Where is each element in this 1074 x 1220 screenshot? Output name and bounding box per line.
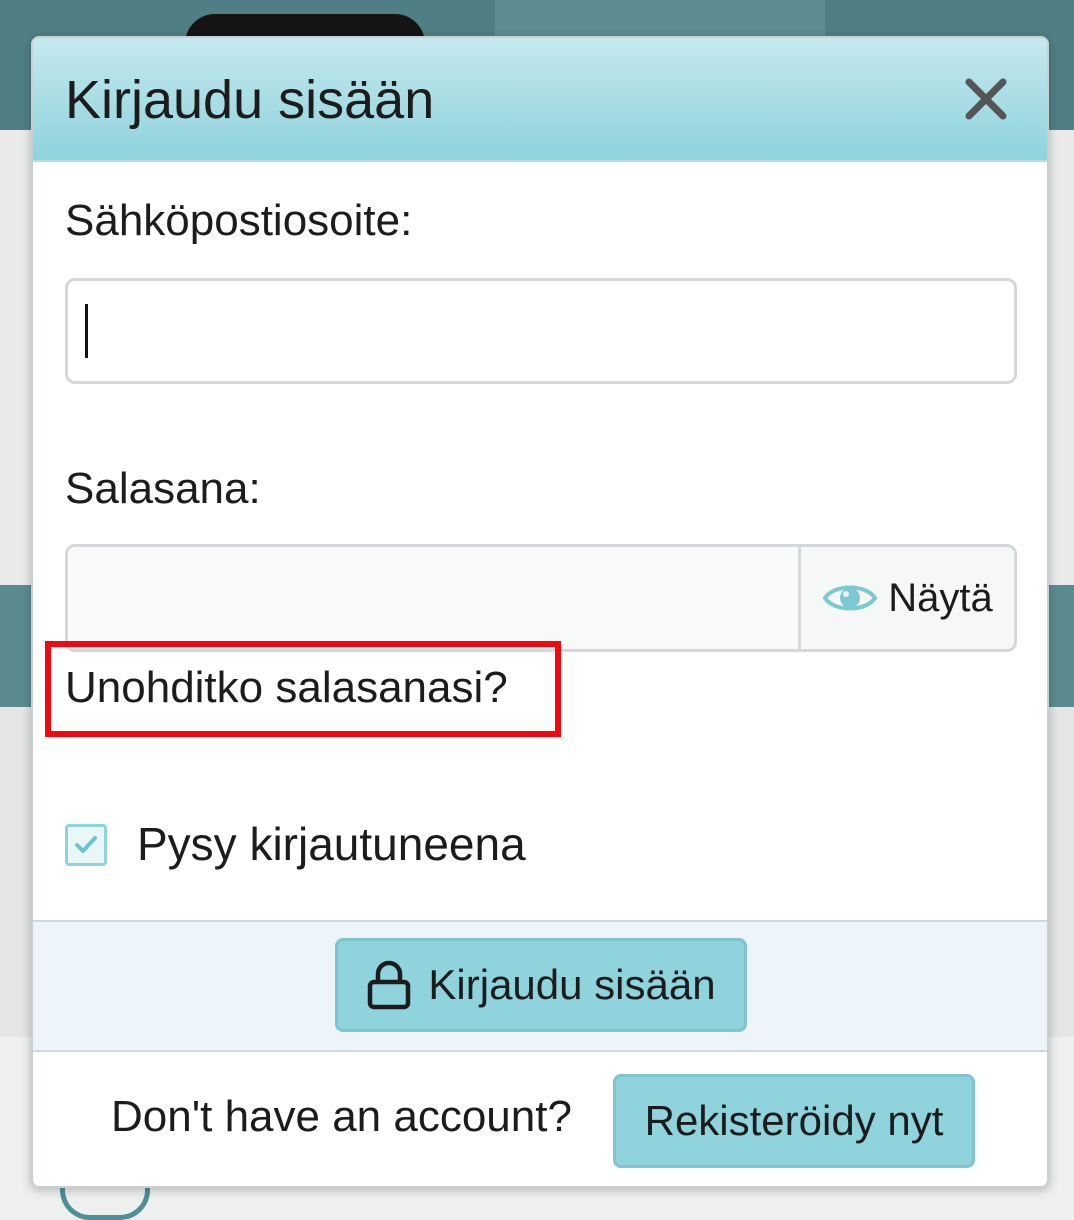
login-button[interactable]: Kirjaudu sisään [335,938,747,1032]
submit-area: Kirjaudu sisään [33,920,1047,1052]
modal-header: Kirjaudu sisään [33,38,1047,162]
password-label: Salasana: [65,464,261,513]
login-button-label: Kirjaudu sisään [428,961,716,1008]
remember-me-label: Pysy kirjautuneena [137,818,526,870]
password-field[interactable] [68,547,802,649]
no-account-text: Don't have an account? [111,1092,572,1141]
show-password-label: Näytä [888,575,993,620]
register-button-label: Rekisteröidy nyt [644,1097,944,1144]
text-caret [85,304,88,358]
login-modal: Kirjaudu sisään Sähköpostiosoite: Salasa… [31,36,1049,1188]
check-icon [75,836,97,853]
modal-title: Kirjaudu sisään [65,70,435,130]
email-label: Sähköpostiosoite: [65,196,413,245]
close-icon [965,78,1007,120]
lock-icon [368,960,411,1010]
register-button[interactable]: Rekisteröidy nyt [613,1074,975,1168]
eye-icon [822,585,878,611]
highlight-annotation [45,641,561,737]
close-button[interactable] [963,76,1009,122]
remember-me-checkbox[interactable] [65,824,107,866]
password-group: Näytä [65,544,1017,652]
email-field[interactable] [65,278,1017,384]
show-password-button[interactable]: Näytä [798,547,1014,649]
